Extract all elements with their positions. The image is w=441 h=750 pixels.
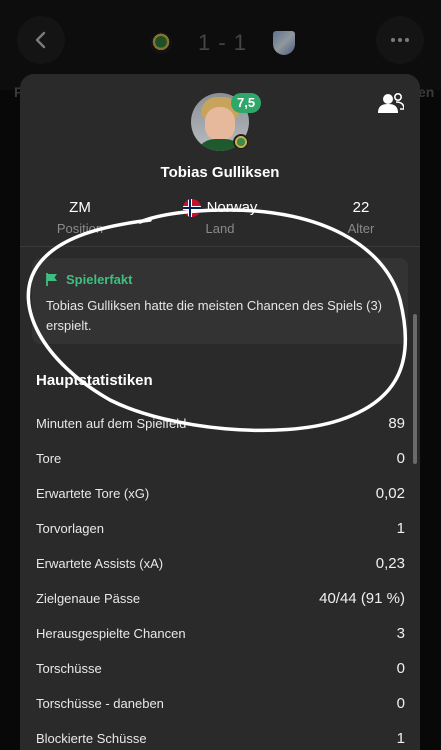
position-label: Position [56,221,104,236]
team-badge-icon [233,134,249,150]
main-stats-title: Hauptstatistiken [36,372,153,389]
stat-row-accurate-passes: Zielgenaue Pässe 40/44 (91 %) [36,590,405,607]
stat-row-goals: Tore 0 [36,450,405,467]
stat-row-shots: Torschüsse 0 [36,660,405,677]
stat-row-xa: Erwartete Assists (xA) 0,23 [36,555,405,572]
divider [20,246,420,247]
stat-row-xg: Erwartete Tore (xG) 0,02 [36,485,405,502]
player-info-row: ZM Position Norway Land 22 Alter [20,198,420,238]
player-profile: 7,5 Tobias Gulliksen ZM Position Norway … [20,74,420,244]
flag-icon [46,273,57,286]
stat-row-blocked-shots: Blockierte Schüsse 1 [36,730,405,747]
position-value: ZM [69,199,91,216]
age-info: 22 Alter [326,198,396,236]
position-info: ZM Position [45,198,115,236]
country-value: Norway [206,199,258,216]
player-rating-badge: 7,5 [231,93,262,113]
stat-row-assists: Torvorlagen 1 [36,520,405,537]
player-name: Tobias Gulliksen [160,164,280,181]
country-label: Land [205,221,235,236]
norway-flag-icon [182,199,201,217]
age-label: Alter [347,221,375,236]
stat-row-chances-created: Herausgespielte Chancen 3 [36,625,405,642]
country-info[interactable]: Norway Land [170,198,270,236]
stat-row-minutes: Minuten auf dem Spielfeld 89 [36,415,405,432]
age-value: 22 [352,199,370,216]
fact-text: Tobias Gulliksen hatte die meisten Chanc… [46,298,383,333]
scrollbar[interactable] [413,314,417,464]
stat-row-shots-off-target: Torschüsse - daneben 0 [36,695,405,712]
player-fact-card: Spielerfakt Tobias Gulliksen hatte die m… [32,258,408,344]
player-stats-sheet: 7,5 Tobias Gulliksen ZM Position Norway … [20,74,420,750]
player-profile-icon[interactable] [378,92,404,114]
stats-list: Minuten auf dem Spielfeld 89 Tore 0 Erwa… [20,406,420,750]
fact-title: Spielerfakt [66,272,133,287]
